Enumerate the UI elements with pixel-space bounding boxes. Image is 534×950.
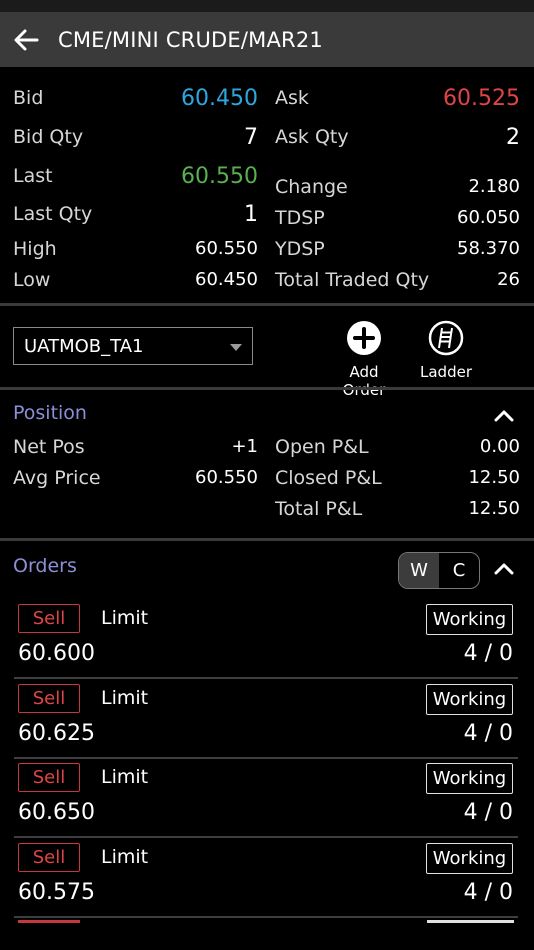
- side-badge: Sell: [18, 684, 80, 713]
- open-pl-value: 0.00: [479, 436, 520, 457]
- order-price: 60.575: [18, 880, 95, 905]
- order-type: Limit: [101, 766, 149, 788]
- row-divider: [14, 836, 518, 838]
- working-completed-toggle[interactable]: W C: [398, 552, 480, 589]
- order-type: Limit: [101, 687, 149, 709]
- divider: [0, 538, 534, 541]
- page-title: CME/MINI CRUDE/MAR21: [58, 27, 323, 52]
- toggle-working[interactable]: W: [399, 553, 439, 588]
- net-pos-label: Net Pos: [13, 436, 85, 458]
- ask-value: 60.525: [443, 86, 520, 111]
- high-label: High: [13, 238, 57, 260]
- position-title: Position: [13, 402, 87, 424]
- order-type: Limit: [101, 607, 149, 629]
- order-type: Limit: [101, 846, 149, 868]
- last-qty-value: 1: [244, 202, 258, 227]
- order-price: 60.600: [18, 641, 95, 666]
- open-pl-label: Open P&L: [275, 436, 369, 458]
- ladder-button[interactable]: Ladder: [416, 320, 476, 381]
- ydsp-value: 58.370: [457, 238, 520, 259]
- ydsp-label: YDSP: [275, 238, 325, 260]
- change-value: 2.180: [468, 176, 520, 197]
- status-badge: Working: [426, 684, 513, 715]
- row-divider: [14, 677, 518, 679]
- status-badge: Working: [426, 843, 513, 874]
- order-row[interactable]: Sell Limit Working 60.575 4 / 0: [14, 840, 518, 918]
- order-row[interactable]: Sell Limit Working 60.650 4 / 0: [14, 760, 518, 838]
- total-pl-value: 12.50: [468, 498, 520, 519]
- ladder-label: Ladder: [420, 363, 472, 381]
- divider: [0, 303, 534, 306]
- avg-price-label: Avg Price: [13, 467, 101, 489]
- last-qty-label: Last Qty: [13, 203, 93, 225]
- chevron-up-icon[interactable]: [494, 561, 514, 575]
- quote-panel: Bid 60.450 Ask 60.525 Bid Qty 7 Ask Qty …: [0, 67, 534, 305]
- total-traded-qty-label: Total Traded Qty: [275, 269, 430, 291]
- change-label: Change: [275, 176, 348, 198]
- chevron-up-icon[interactable]: [494, 408, 514, 422]
- row-divider: [14, 916, 518, 918]
- partial-side-badge: [18, 920, 80, 923]
- order-price: 60.650: [18, 800, 95, 825]
- ask-label: Ask: [275, 87, 309, 109]
- order-qty: 4 / 0: [463, 800, 513, 825]
- partial-status-badge: [427, 920, 514, 923]
- account-select-value: UATMOB_TA1: [24, 335, 144, 357]
- add-order-label: Add Order: [342, 363, 386, 399]
- toggle-completed[interactable]: C: [439, 553, 479, 588]
- ladder-icon: [428, 320, 464, 356]
- side-badge: Sell: [18, 604, 80, 633]
- app-header: CME/MINI CRUDE/MAR21: [0, 12, 534, 67]
- high-value: 60.550: [195, 238, 258, 259]
- low-value: 60.450: [195, 269, 258, 290]
- order-row[interactable]: Sell Limit Working 60.600 4 / 0: [14, 601, 518, 679]
- status-badge: Working: [426, 763, 513, 794]
- ask-qty-value: 2: [506, 125, 520, 150]
- order-price: 60.625: [18, 721, 95, 746]
- orders-title: Orders: [13, 555, 77, 577]
- bid-qty-value: 7: [244, 125, 258, 150]
- total-pl-label: Total P&L: [275, 498, 363, 520]
- total-traded-qty-value: 26: [497, 269, 520, 290]
- account-select[interactable]: UATMOB_TA1: [13, 327, 253, 365]
- low-label: Low: [13, 269, 51, 291]
- status-bar-strip: [0, 0, 534, 12]
- avg-price-value: 60.550: [195, 467, 258, 488]
- status-badge: Working: [426, 604, 513, 635]
- side-badge: Sell: [18, 763, 80, 792]
- tdsp-value: 60.050: [457, 207, 520, 228]
- side-badge: Sell: [18, 843, 80, 872]
- closed-pl-label: Closed P&L: [275, 467, 382, 489]
- tdsp-label: TDSP: [275, 207, 325, 229]
- order-qty: 4 / 0: [463, 880, 513, 905]
- divider: [0, 387, 534, 390]
- ask-qty-label: Ask Qty: [275, 126, 349, 148]
- row-divider: [14, 757, 518, 759]
- chevron-down-icon: [230, 344, 242, 351]
- last-value: 60.550: [181, 164, 258, 189]
- back-arrow-icon[interactable]: [12, 26, 40, 54]
- bid-qty-label: Bid Qty: [13, 126, 84, 148]
- order-qty: 4 / 0: [463, 641, 513, 666]
- order-row[interactable]: Sell Limit Working 60.625 4 / 0: [14, 681, 518, 759]
- plus-circle-icon: [347, 321, 381, 355]
- bid-label: Bid: [13, 87, 44, 109]
- closed-pl-value: 12.50: [468, 467, 520, 488]
- net-pos-value: +1: [231, 436, 258, 457]
- bid-value: 60.450: [181, 86, 258, 111]
- last-label: Last: [13, 165, 53, 187]
- order-qty: 4 / 0: [463, 721, 513, 746]
